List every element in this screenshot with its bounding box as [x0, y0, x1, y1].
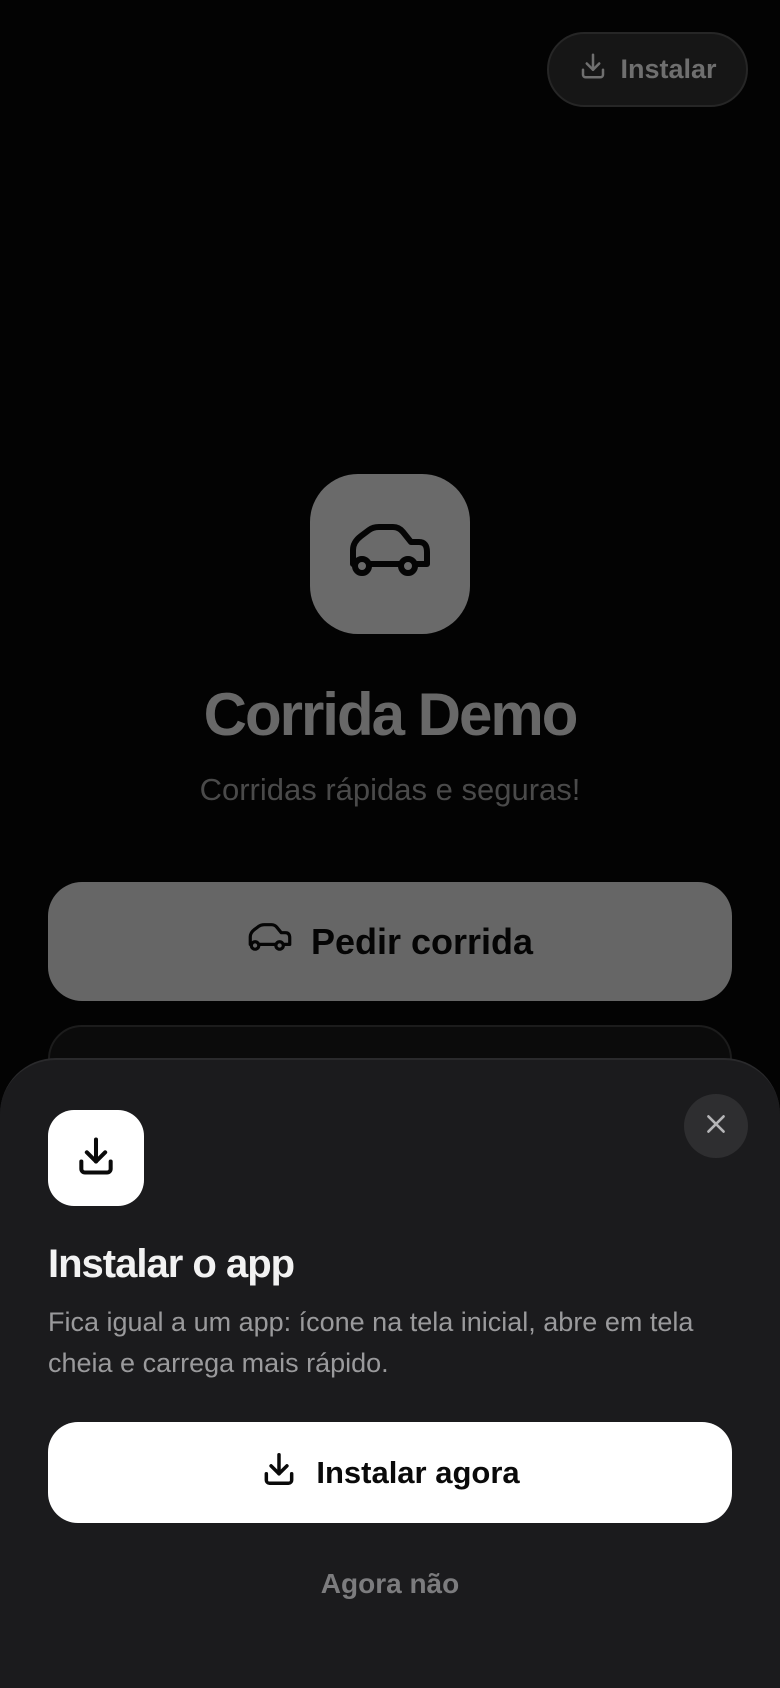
sheet-icon-tile — [48, 1110, 144, 1206]
car-icon — [347, 522, 433, 587]
not-now-button[interactable]: Agora não — [0, 1568, 780, 1600]
header-install-label: Instalar — [620, 54, 717, 84]
install-now-label: Instalar agora — [316, 1454, 520, 1490]
app-logo — [310, 474, 470, 634]
close-icon — [703, 1111, 729, 1142]
header-install-button[interactable]: Instalar — [547, 32, 748, 107]
request-ride-button[interactable]: Pedir corrida — [48, 882, 732, 1001]
close-sheet-button[interactable] — [684, 1094, 748, 1158]
install-bottom-sheet: Instalar o app Fica igual a um app: ícon… — [0, 1058, 780, 1688]
download-icon — [74, 1134, 118, 1183]
sheet-description: Fica igual a um app: ícone na tela inici… — [48, 1307, 694, 1378]
app-title: Corrida Demo — [203, 681, 579, 748]
app-subtitle: Corridas rápidas e seguras! — [199, 772, 581, 807]
request-ride-label: Pedir corrida — [310, 920, 534, 962]
screen: Instalar Corrida Demo Corridas rápidas e… — [0, 0, 780, 1688]
sheet-title: Instalar o app — [48, 1242, 295, 1286]
download-icon — [260, 1450, 298, 1496]
install-now-button[interactable]: Instalar agora — [48, 1422, 732, 1523]
car-icon — [247, 921, 293, 963]
download-icon — [578, 51, 608, 88]
